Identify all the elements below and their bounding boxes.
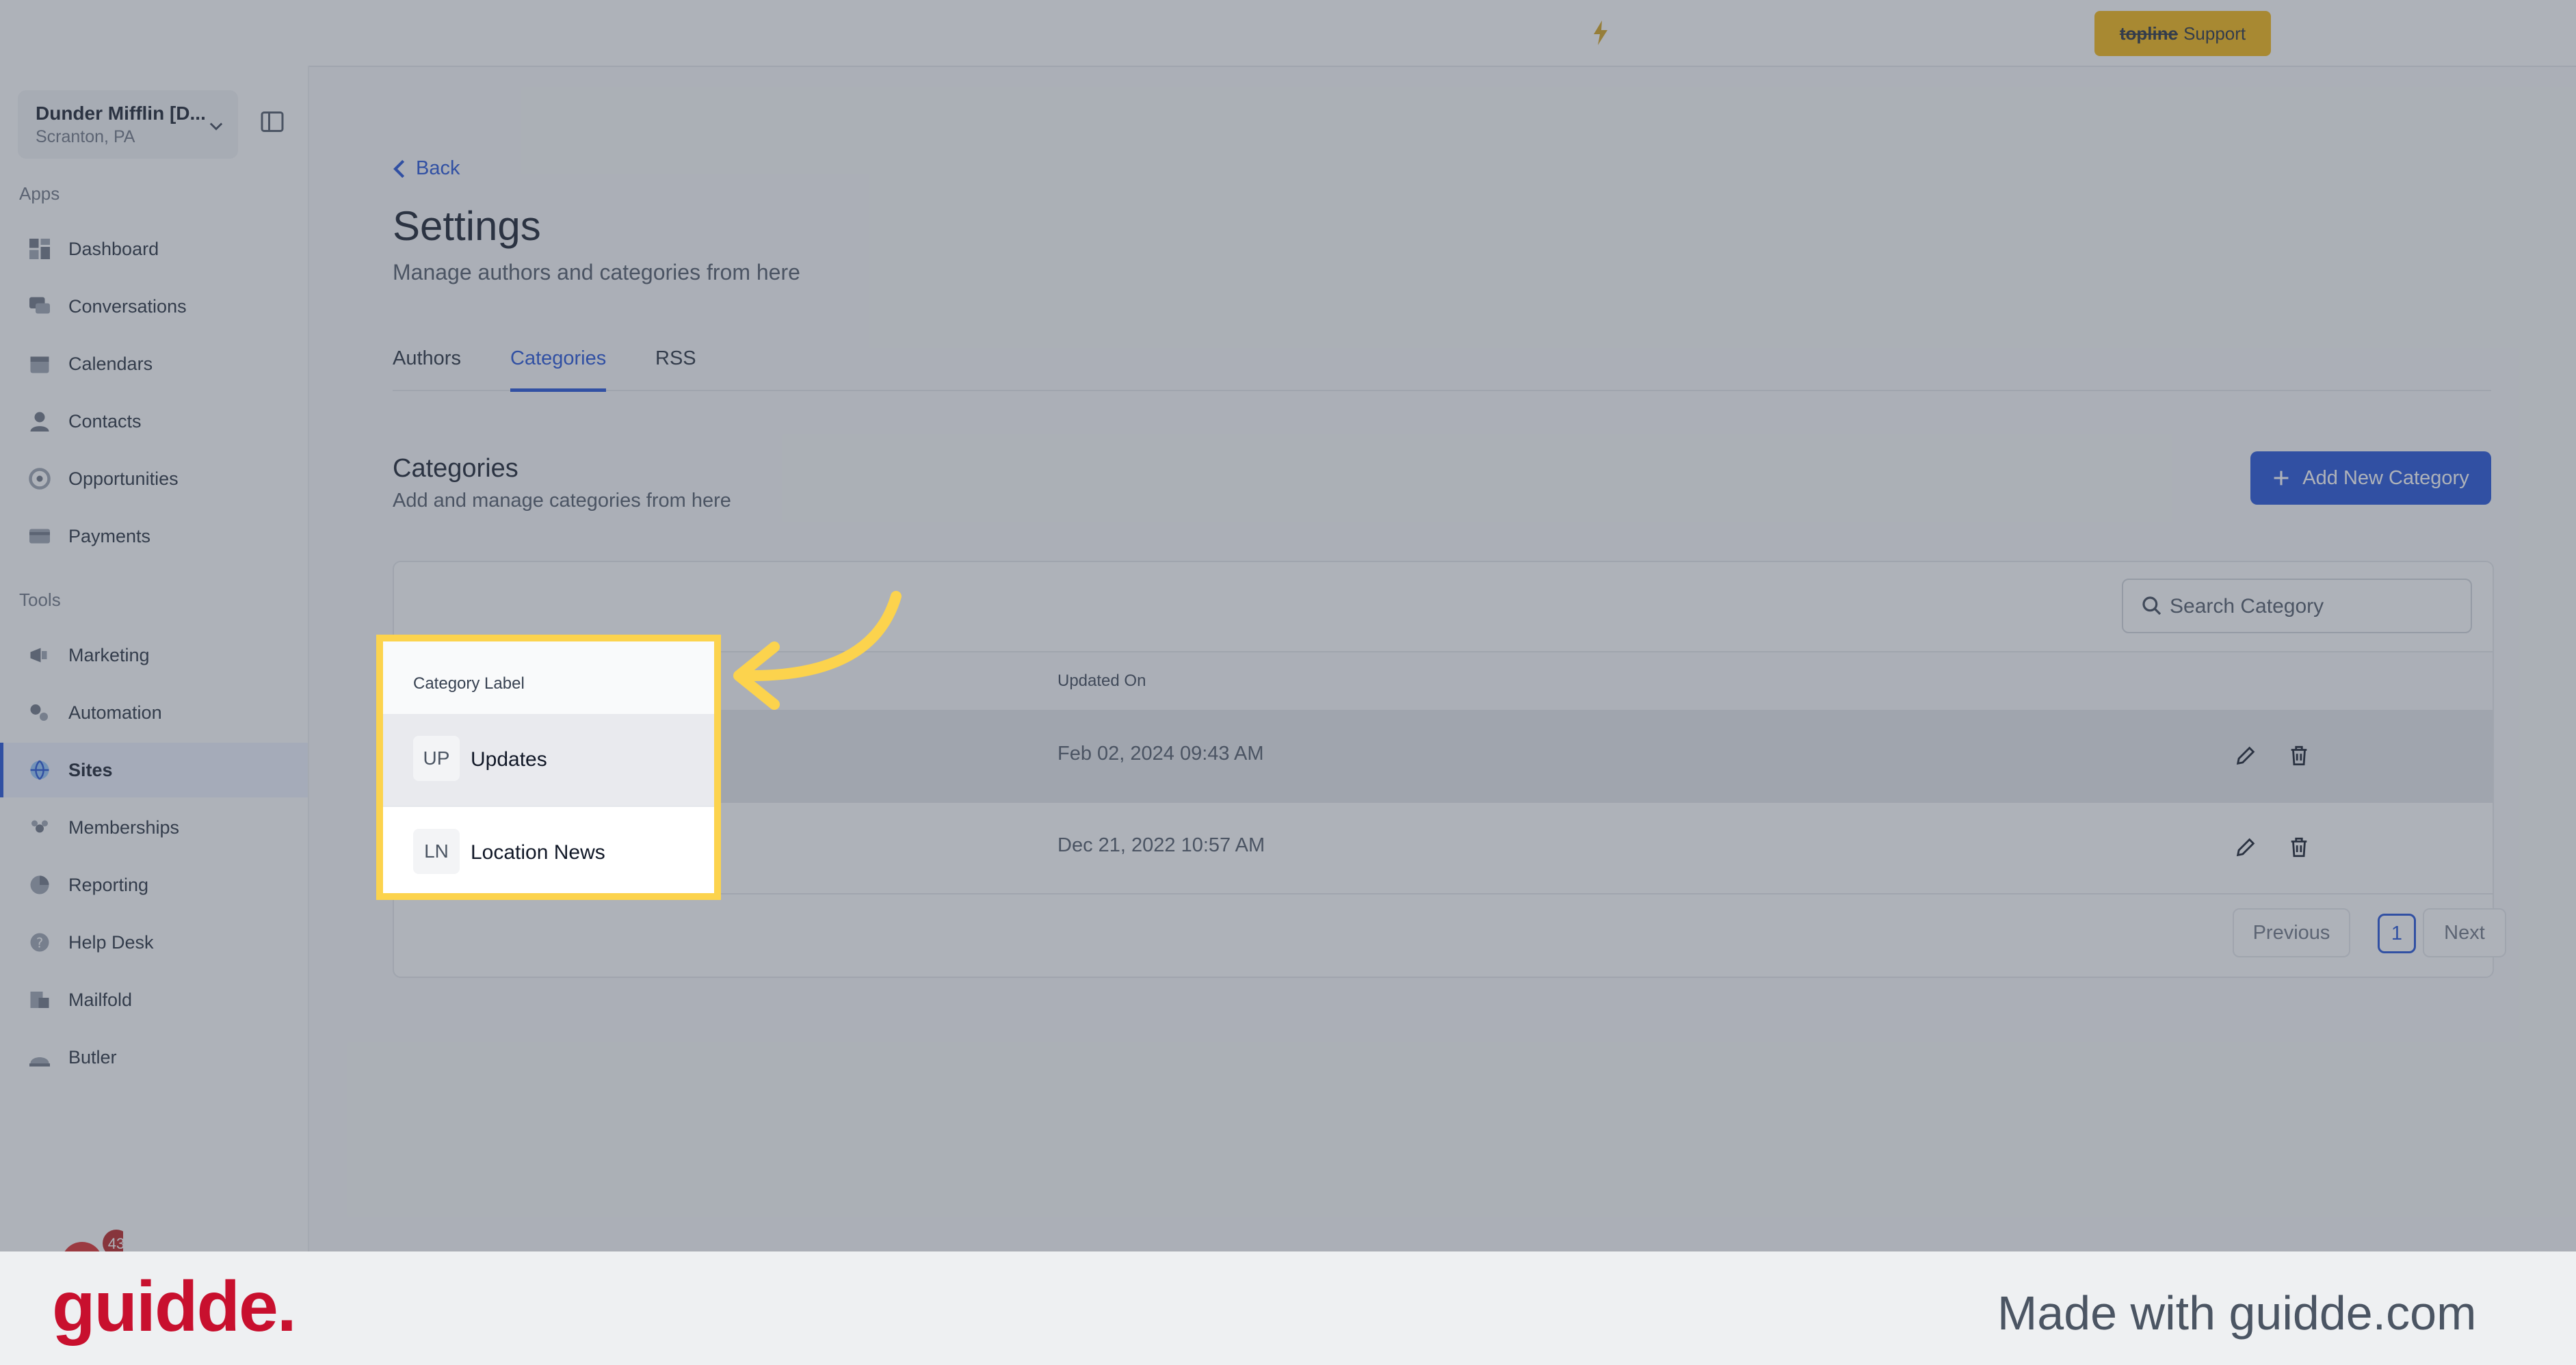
app-window: topline Support Dunder Mifflin [D... Scr… [0,0,2576,1269]
highlight-header: Category Label [383,641,714,715]
category-name: Updates [471,748,547,771]
category-avatar: LN [413,829,460,874]
list-item[interactable]: LN Location News [383,806,714,893]
highlight-frame: Category Label UP Updates LN Location Ne… [376,635,721,900]
pointer-arrow-icon [733,591,902,710]
category-name: Location News [471,841,605,864]
column-header: Category Label [413,674,525,693]
list-item[interactable]: UP Updates [383,714,714,806]
guidde-logo: guidde. [52,1267,297,1347]
footer-banner: guidde. Made with guidde.com [0,1251,2576,1365]
dim-overlay [0,0,2576,1251]
made-with-text: Made with guidde.com [1997,1286,2477,1340]
category-avatar: UP [413,736,460,781]
